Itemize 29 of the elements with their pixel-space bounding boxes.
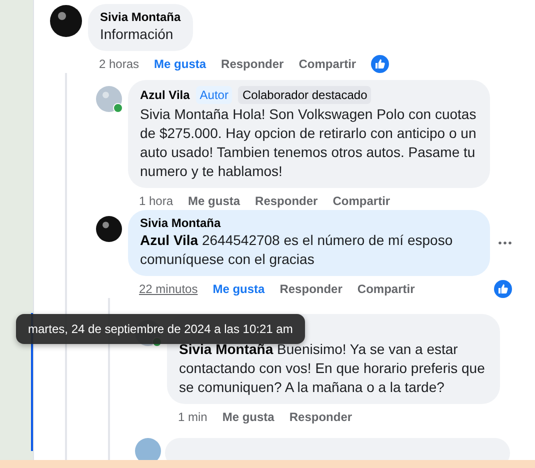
share-link[interactable]: Compartir: [357, 282, 415, 296]
like-link[interactable]: Me gusta: [188, 194, 240, 208]
more-options-icon[interactable]: [498, 241, 512, 245]
reply-link[interactable]: Responder: [289, 410, 352, 424]
timestamp-link[interactable]: 1 hora: [139, 194, 174, 208]
share-link[interactable]: Compartir: [332, 194, 390, 208]
comment-text: Azul Vila 2644542708 es el número de mí esposo comuníquese con el gracias: [140, 231, 454, 269]
like-link[interactable]: Me gusta: [212, 282, 265, 296]
reply-link[interactable]: Responder: [221, 56, 284, 70]
author-name[interactable]: Sivia Montaña: [100, 10, 181, 24]
like-link[interactable]: Me gusta: [222, 410, 274, 424]
reply-link[interactable]: Responder: [255, 194, 318, 208]
avatar[interactable]: [96, 216, 122, 242]
date-tooltip: martes, 24 de septiembre de 2024 a las 10:21 am: [16, 314, 305, 344]
author-badge: Colaborador destacado: [238, 86, 372, 104]
timestamp-link[interactable]: 2 horas: [99, 56, 140, 70]
author-badge: Autor: [196, 86, 232, 104]
reply-link[interactable]: Responder: [280, 282, 342, 296]
comment-text: Información: [100, 25, 174, 44]
comment-text: Sivia Montaña Hola! Son Volkswagen Polo con cuotas de $275.000. Hay opcion de retirarlo con anticipo o un auto usado! Tambien tenemos otros autos. Pasame tu numero y te hablamos!: [140, 105, 478, 181]
like-reaction-icon[interactable]: [494, 280, 512, 298]
author-name[interactable]: Sivia Montaña: [140, 216, 221, 230]
share-link[interactable]: Compartir: [298, 56, 356, 70]
avatar[interactable]: [50, 5, 82, 37]
timestamp-link[interactable]: 22 minutos: [139, 282, 198, 296]
like-reaction-icon[interactable]: [371, 54, 390, 72]
author-name[interactable]: Azul Vila: [140, 88, 190, 102]
timestamp-link[interactable]: 1 min: [178, 410, 208, 424]
like-link[interactable]: Me gusta: [154, 56, 206, 70]
